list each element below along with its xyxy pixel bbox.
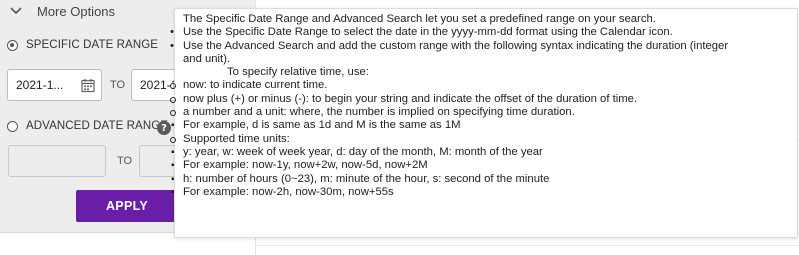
specific-date-range-radio[interactable] — [7, 39, 18, 51]
start-date-input[interactable]: 2021-1... — [7, 69, 102, 101]
more-options-toggle[interactable]: More Options — [9, 3, 115, 19]
specific-date-range-label: SPECIFIC DATE RANGE — [26, 39, 159, 51]
list-item: Supported time units: — [170, 133, 789, 146]
list-item: Use the Specific Date Range to select th… — [170, 26, 789, 40]
tooltip-unit-list: h: number of hours (0~23), m: minute of … — [171, 173, 789, 187]
tooltip-relative-list: now: to indicate current time. now plus … — [170, 79, 789, 119]
advanced-date-range-radio[interactable] — [7, 120, 18, 132]
tooltip-bullet-specific: Use the Specific Date Range to select th… — [183, 26, 673, 39]
list-item: h: number of hours (0~23), m: minute of … — [171, 173, 789, 187]
tooltip-number-example-list: For example, d is same as 1d and M is th… — [171, 119, 789, 133]
tooltip-unit-example-list: For example: now-1y, now+2w, now-5d, now… — [171, 159, 789, 173]
list-item: now plus (+) or minus (-): to begin your… — [170, 93, 789, 106]
tooltip-unit-example-list: For example: now-2h, now-30m, now+55s — [171, 186, 789, 200]
calendar-icon[interactable] — [81, 78, 95, 93]
tooltip-relative-title: To specify relative time, use: — [227, 66, 369, 79]
apply-button[interactable]: APPLY — [76, 190, 178, 222]
divider — [256, 245, 799, 246]
start-date-value: 2021-1... — [16, 78, 64, 92]
chevron-down-icon — [10, 7, 22, 15]
list-item: For example: now-2h, now-30m, now+55s — [171, 186, 789, 200]
list-item: now: to indicate current time. — [170, 79, 789, 92]
list-item: For example, d is same as 1d and M is th… — [171, 119, 789, 133]
more-options-label: More Options — [37, 3, 116, 19]
help-tooltip: The Specific Date Range and Advanced Sea… — [170, 8, 798, 238]
help-icon[interactable]: ? — [157, 121, 171, 135]
tooltip-bullet-advanced-line1: Use the Advanced Search and add the cust… — [183, 39, 729, 52]
specific-date-range-option[interactable]: SPECIFIC DATE RANGE — [7, 39, 158, 51]
start-to-label: TO — [110, 79, 126, 91]
tooltip-unit-list: y: year, w: week of week year, d: day of… — [171, 146, 789, 160]
tooltip-bullet-advanced-line2: and unit). — [183, 52, 231, 65]
advanced-to-label: TO — [117, 155, 133, 167]
tooltip-supported-list: Supported time units: — [170, 133, 789, 146]
advanced-start-input[interactable] — [8, 145, 106, 177]
list-item: For example: now-1y, now+2w, now-5d, now… — [171, 159, 789, 173]
advanced-date-range-label: ADVANCED DATE RANGE — [26, 120, 169, 132]
list-item: a number and a unit: where, the number i… — [170, 106, 789, 119]
tooltip-main-list: Use the Specific Date Range to select th… — [170, 26, 789, 67]
tooltip-intro: The Specific Date Range and Advanced Sea… — [183, 13, 656, 25]
advanced-date-range-option[interactable]: ADVANCED DATE RANGE — [7, 120, 168, 132]
list-item: y: year, w: week of week year, d: day of… — [171, 146, 789, 160]
list-item: Use the Advanced Search and add the cust… — [170, 39, 789, 67]
